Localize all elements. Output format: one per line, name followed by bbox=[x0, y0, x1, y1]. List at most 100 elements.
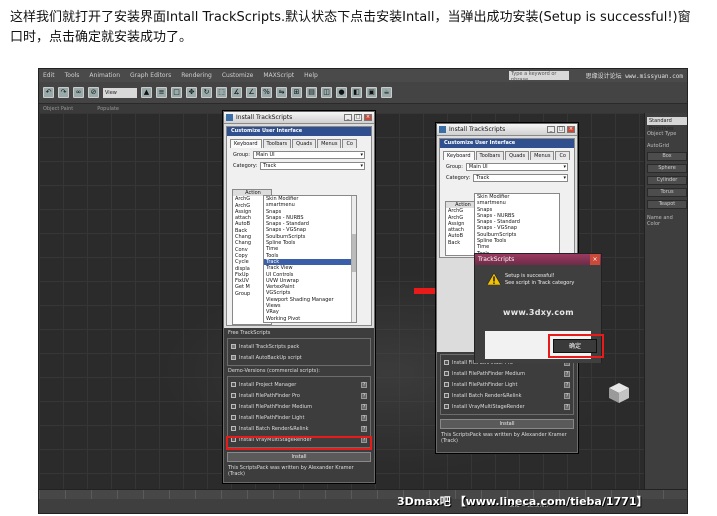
primitive-button[interactable]: Box bbox=[647, 152, 687, 161]
checkbox[interactable] bbox=[444, 382, 449, 387]
percent-snap-icon[interactable]: % bbox=[261, 87, 272, 98]
tab-co[interactable]: Co bbox=[555, 151, 570, 160]
render-icon[interactable]: ☕ bbox=[381, 87, 392, 98]
help-icon[interactable]: ? bbox=[361, 425, 367, 432]
snap-icon[interactable]: ∡ bbox=[231, 87, 242, 98]
success-titlebar[interactable]: TrackScripts × bbox=[475, 254, 601, 265]
material-editor-icon[interactable]: ● bbox=[336, 87, 347, 98]
tab-menus[interactable]: Menus bbox=[317, 139, 342, 148]
demo-script-row[interactable]: Install Project Manager? bbox=[231, 379, 367, 390]
checkbox[interactable] bbox=[231, 344, 236, 349]
redo-icon[interactable]: ↷ bbox=[58, 87, 69, 98]
primitive-button[interactable]: Cylinder bbox=[647, 176, 687, 185]
demo-script-row[interactable]: Install FilePathFinder Light? bbox=[231, 412, 367, 423]
close-icon[interactable]: × bbox=[567, 126, 575, 133]
install-button[interactable]: Install bbox=[227, 452, 371, 462]
demo-script-row[interactable]: Install FilePathFinder Pro? bbox=[231, 390, 367, 401]
link-icon[interactable]: ∞ bbox=[73, 87, 84, 98]
checkbox[interactable] bbox=[444, 360, 449, 365]
checkbox[interactable] bbox=[444, 371, 449, 376]
menu-item[interactable]: Customize bbox=[222, 72, 254, 79]
menu-item[interactable]: MAXScript bbox=[263, 72, 294, 79]
help-icon[interactable]: ? bbox=[564, 381, 570, 388]
checkbox[interactable] bbox=[231, 404, 236, 409]
help-icon[interactable]: ? bbox=[564, 392, 570, 399]
checkbox[interactable] bbox=[444, 404, 449, 409]
primitive-button[interactable]: Sphere bbox=[647, 164, 687, 173]
tab-co[interactable]: Co bbox=[342, 139, 357, 148]
select-by-name-icon[interactable]: ≡ bbox=[156, 87, 167, 98]
help-icon[interactable]: ? bbox=[564, 370, 570, 377]
demo-script-row[interactable]: Install FilePathFinder Light? bbox=[444, 379, 570, 390]
layer-icon[interactable]: ▤ bbox=[306, 87, 317, 98]
demo-script-row[interactable]: Install VrayMultiStageRender? bbox=[444, 401, 570, 412]
viewcube-icon[interactable] bbox=[607, 381, 631, 405]
tab-quads[interactable]: Quads bbox=[505, 151, 530, 160]
help-icon[interactable]: ? bbox=[361, 392, 367, 399]
list-scrollbar[interactable] bbox=[351, 196, 356, 322]
checkbox[interactable] bbox=[231, 415, 236, 420]
primitive-button[interactable]: Torus bbox=[647, 188, 687, 197]
group-select[interactable]: Main UI ▾ bbox=[252, 151, 365, 159]
menu-item[interactable]: Edit bbox=[43, 72, 55, 79]
dialog-titlebar[interactable]: Install TrackScripts _ □ × bbox=[437, 124, 577, 136]
minimize-icon[interactable]: _ bbox=[547, 126, 555, 133]
ribbon-object-paint[interactable]: Object Paint bbox=[43, 106, 73, 112]
demo-script-row[interactable]: Install FilePathFinder Medium? bbox=[231, 401, 367, 412]
selection-filter-dropdown[interactable]: View bbox=[103, 87, 137, 98]
help-icon[interactable]: ? bbox=[361, 414, 367, 421]
tab-toolbars[interactable]: Toolbars bbox=[475, 151, 505, 160]
menu-item[interactable]: Animation bbox=[89, 72, 120, 79]
ribbon-populate[interactable]: Populate bbox=[97, 106, 119, 112]
close-icon[interactable]: × bbox=[590, 254, 600, 265]
demo-script-row[interactable]: Install FilePathFinder Medium? bbox=[444, 368, 570, 379]
scale-icon[interactable]: ⬚ bbox=[216, 87, 227, 98]
category-option[interactable]: Working Pivot bbox=[264, 316, 356, 322]
autogrid-checkbox[interactable]: AutoGrid bbox=[647, 143, 687, 149]
rect-select-icon[interactable]: □ bbox=[171, 87, 182, 98]
tab-keyboard[interactable]: Keyboard bbox=[443, 151, 475, 160]
maximize-icon[interactable]: □ bbox=[557, 126, 565, 133]
minimize-icon[interactable]: _ bbox=[344, 114, 352, 121]
render-frame-icon[interactable]: ▣ bbox=[366, 87, 377, 98]
tab-keyboard[interactable]: Keyboard bbox=[230, 139, 262, 148]
menu-item[interactable]: Help bbox=[304, 72, 318, 79]
primitive-button[interactable]: Teapot bbox=[647, 200, 687, 209]
move-icon[interactable]: ✥ bbox=[186, 87, 197, 98]
primitive-type-dropdown[interactable]: Standard Primitives bbox=[647, 117, 687, 132]
name-color-header[interactable]: Name and Color bbox=[647, 215, 687, 227]
category-dropdown-list[interactable]: Skin Modifier smartmenu Snaps Snaps - NURBS… bbox=[263, 195, 357, 323]
unlink-icon[interactable]: ⊘ bbox=[88, 87, 99, 98]
graph-icon[interactable]: ◫ bbox=[321, 87, 332, 98]
scroll-thumb[interactable] bbox=[352, 233, 356, 272]
search-input[interactable]: Type a keyword or phrase bbox=[509, 71, 569, 83]
object-type-header[interactable]: Object Type bbox=[647, 131, 687, 137]
help-icon[interactable]: ? bbox=[361, 403, 367, 410]
menu-item[interactable]: Rendering bbox=[181, 72, 212, 79]
category-dropdown-list[interactable]: Skin Modifier smartmenu Snaps Snaps - NURBS… bbox=[474, 193, 560, 256]
checkbox[interactable] bbox=[231, 393, 236, 398]
category-select[interactable]: Track ▾ bbox=[473, 174, 568, 182]
checkbox[interactable] bbox=[231, 355, 236, 360]
menu-item[interactable]: Graph Editors bbox=[130, 72, 171, 79]
checkbox[interactable] bbox=[231, 426, 236, 431]
rotate-icon[interactable]: ↻ bbox=[201, 87, 212, 98]
help-icon[interactable]: ? bbox=[564, 403, 570, 410]
mirror-icon[interactable]: ⇋ bbox=[276, 87, 287, 98]
select-icon[interactable]: ▲ bbox=[141, 87, 152, 98]
close-icon[interactable]: × bbox=[364, 114, 372, 121]
tab-quads[interactable]: Quads bbox=[292, 139, 317, 148]
maximize-icon[interactable]: □ bbox=[354, 114, 362, 121]
menu-item[interactable]: Tools bbox=[65, 72, 80, 79]
free-script-row[interactable]: Install AutoBackUp script bbox=[231, 352, 367, 363]
demo-script-row[interactable]: Install Batch Render&Relink? bbox=[231, 423, 367, 434]
install-button[interactable]: Install bbox=[440, 419, 574, 429]
undo-icon[interactable]: ↶ bbox=[43, 87, 54, 98]
dialog-titlebar[interactable]: Install TrackScripts _ □ × bbox=[224, 112, 374, 124]
render-setup-icon[interactable]: ◧ bbox=[351, 87, 362, 98]
free-script-row[interactable]: Install TrackScripts pack bbox=[231, 341, 367, 352]
tab-menus[interactable]: Menus bbox=[530, 151, 555, 160]
angle-snap-icon[interactable]: ∠ bbox=[246, 87, 257, 98]
group-select[interactable]: Main UI ▾ bbox=[465, 163, 568, 171]
align-icon[interactable]: ⊞ bbox=[291, 87, 302, 98]
